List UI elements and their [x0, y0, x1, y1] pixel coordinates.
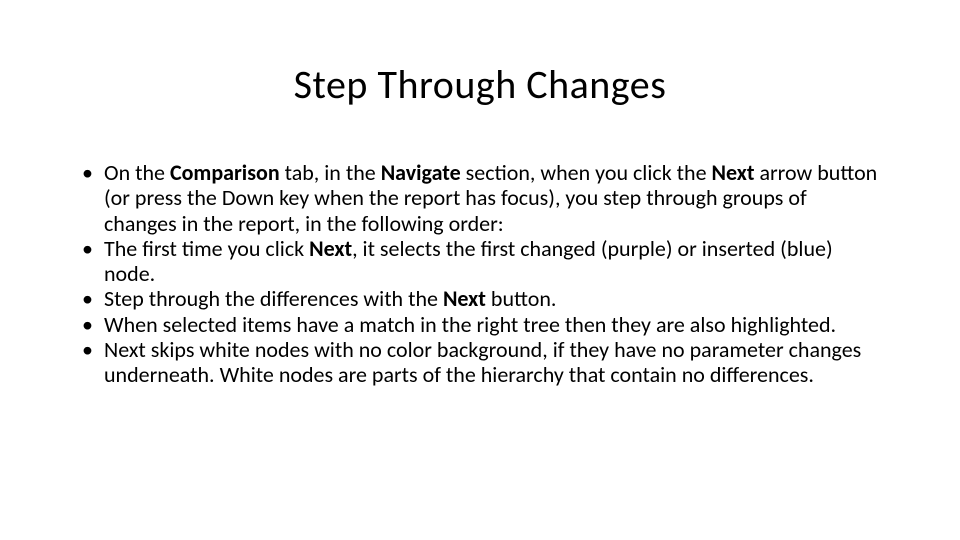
bullet-item: When selected items have a match in the … — [82, 312, 882, 337]
text-run: On the — [104, 159, 170, 186]
bullet-item: The first time you click Next, it select… — [82, 236, 882, 287]
bold-text: Next — [443, 285, 486, 312]
bullet-item: On the Comparison tab, in the Navigate s… — [82, 160, 882, 236]
bold-text: Navigate — [381, 159, 461, 186]
slide-title: Step Through Changes — [0, 60, 960, 109]
bullet-list: On the Comparison tab, in the Navigate s… — [82, 160, 882, 388]
bullet-item: Step through the differences with the Ne… — [82, 286, 882, 311]
text-run: When selected items have a match in the … — [104, 311, 836, 338]
bullet-item: Next skips white nodes with no color bac… — [82, 337, 882, 388]
text-run: tab, in the — [280, 159, 381, 186]
slide-body: On the Comparison tab, in the Navigate s… — [82, 160, 882, 388]
text-run: section, when you click the — [461, 159, 712, 186]
text-run: The first time you click — [104, 235, 309, 262]
bold-text: Next — [712, 159, 755, 186]
slide: Step Through Changes On the Comparison t… — [0, 0, 960, 540]
text-run: Next skips white nodes with no color bac… — [104, 336, 861, 388]
text-run: Step through the differences with the — [104, 285, 443, 312]
bold-text: Comparison — [170, 159, 280, 186]
text-run: button. — [486, 285, 557, 312]
bold-text: Next — [309, 235, 352, 262]
